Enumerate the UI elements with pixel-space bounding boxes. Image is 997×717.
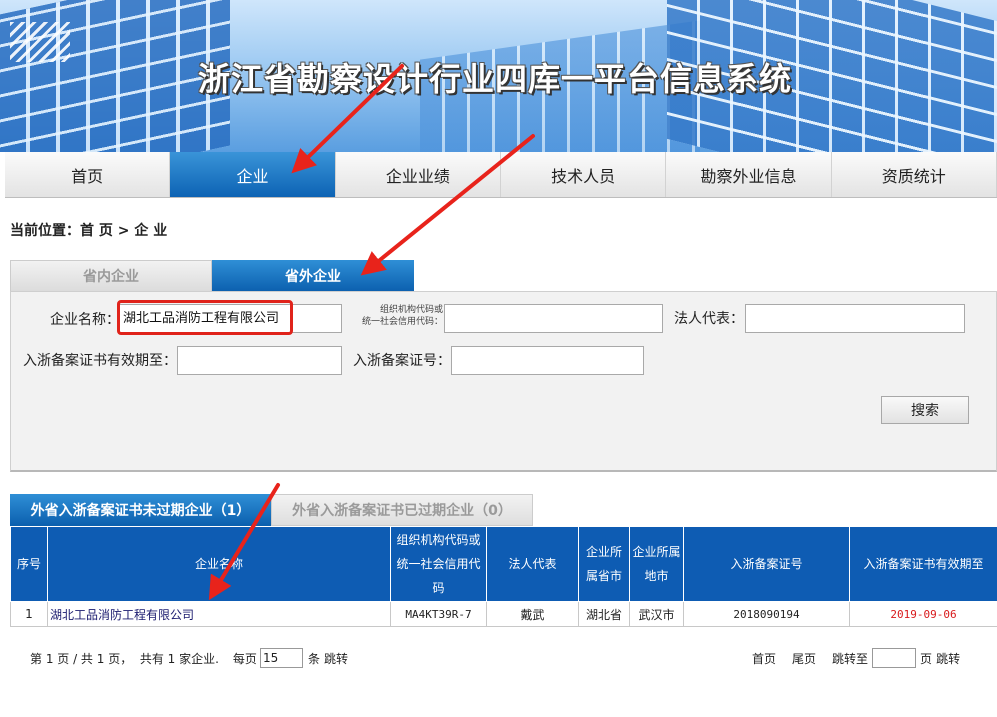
result-table: 序号 企业名称 组织机构代码或统一社会信用代码 法人代表 企业所属省市 企业所属… <box>10 526 997 627</box>
first-page-link[interactable]: 首页 <box>752 650 776 667</box>
per-page-jump-link[interactable]: 跳转 <box>324 650 348 667</box>
cell-code: MA4KT39R-7 <box>390 601 487 627</box>
main-nav: 首页 企业 企业业绩 技术人员 勘察外业信息 资质统计 <box>5 152 997 198</box>
goto-label: 跳转至 <box>832 651 869 666</box>
nav-enterprise[interactable]: 企业 <box>170 152 336 197</box>
tab-expired-certs[interactable]: 外省入浙备案证书已过期企业（0） <box>271 494 533 526</box>
per-page-label: 每页 <box>232 651 257 666</box>
cert-valid-label: 入浙备案证书有效期至： <box>23 353 177 369</box>
col-header-city: 企业所属地市 <box>629 526 684 602</box>
nav-enterprise-performance[interactable]: 企业业绩 <box>336 152 501 197</box>
decor-stripes <box>10 22 70 62</box>
legal-rep-input[interactable] <box>745 304 965 333</box>
page-unit-label: 页 <box>920 651 933 666</box>
pager-right: 首页 尾页 跳转至 页 跳转 <box>752 648 960 668</box>
per-page-input[interactable]: 15 <box>259 648 303 668</box>
search-button[interactable]: 搜索 <box>881 396 969 424</box>
pager-left: 第 1 页 / 共 1 页， 共有 1 家企业. 每页 15 条 跳转 <box>30 648 348 668</box>
highlight-box <box>117 300 293 335</box>
cell-legal-rep: 戴武 <box>486 601 579 627</box>
col-header-legal-rep: 法人代表 <box>486 526 579 602</box>
goto-page-input[interactable] <box>872 648 917 668</box>
cert-no-label: 入浙备案证号： <box>353 353 451 369</box>
company-name-label: 企业名称： <box>50 312 120 328</box>
table-row: 1 湖北工品消防工程有限公司 MA4KT39R-7 戴武 湖北省 武汉市 201… <box>10 601 997 627</box>
col-header-cert-no: 入浙备案证号 <box>683 526 850 602</box>
tab-out-of-province[interactable]: 省外企业 <box>212 260 414 292</box>
org-code-label: 组织机构代码或 统一社会信用代码： <box>361 305 443 327</box>
col-header-code: 组织机构代码或统一社会信用代码 <box>390 526 487 602</box>
tab-in-province[interactable]: 省内企业 <box>10 260 212 292</box>
cell-index: 1 <box>10 601 48 627</box>
cell-city: 武汉市 <box>629 601 684 627</box>
pager-summary: 第 1 页 / 共 1 页， 共有 1 家企业. <box>30 651 219 666</box>
result-tabs: 外省入浙备案证书未过期企业（1） 外省入浙备案证书已过期企业（0） <box>10 494 997 526</box>
site-title: 浙江省勘察设计行业四库一平台信息系统 <box>198 60 793 98</box>
tab-valid-certs[interactable]: 外省入浙备案证书未过期企业（1） <box>10 494 271 526</box>
last-page-link[interactable]: 尾页 <box>792 650 816 667</box>
col-header-province: 企业所属省市 <box>578 526 630 602</box>
region-tabs: 省内企业 省外企业 <box>10 260 997 292</box>
nav-qualification-stats[interactable]: 资质统计 <box>832 152 997 197</box>
header-banner: 浙江省勘察设计行业四库一平台信息系统 <box>0 0 997 152</box>
per-page-unit: 条 <box>307 651 320 666</box>
cert-valid-input[interactable] <box>177 346 342 375</box>
cell-company-name-link[interactable]: 湖北工品消防工程有限公司 <box>47 601 391 627</box>
col-header-name: 企业名称 <box>47 526 391 602</box>
nav-survey-field-info[interactable]: 勘察外业信息 <box>666 152 832 197</box>
nav-technical-staff[interactable]: 技术人员 <box>501 152 667 197</box>
legal-rep-label: 法人代表： <box>674 311 744 327</box>
col-header-expiry: 入浙备案证书有效期至 <box>849 526 997 602</box>
cell-expiry: 2019-09-06 <box>849 601 997 627</box>
search-panel: 企业名称： 湖北工品消防工程有限公司 组织机构代码或 统一社会信用代码： 法人代… <box>10 291 997 472</box>
org-code-input[interactable] <box>444 304 663 333</box>
nav-home[interactable]: 首页 <box>5 152 171 197</box>
goto-jump-link[interactable]: 跳转 <box>936 650 960 667</box>
breadcrumb: 当前位置：首 页 > 企 业 <box>10 223 168 239</box>
cert-no-input[interactable] <box>451 346 644 375</box>
table-header-row: 序号 企业名称 组织机构代码或统一社会信用代码 法人代表 企业所属省市 企业所属… <box>10 526 997 602</box>
cell-province: 湖北省 <box>578 601 630 627</box>
col-header-index: 序号 <box>10 526 48 602</box>
cell-cert-no: 2018090194 <box>683 601 850 627</box>
